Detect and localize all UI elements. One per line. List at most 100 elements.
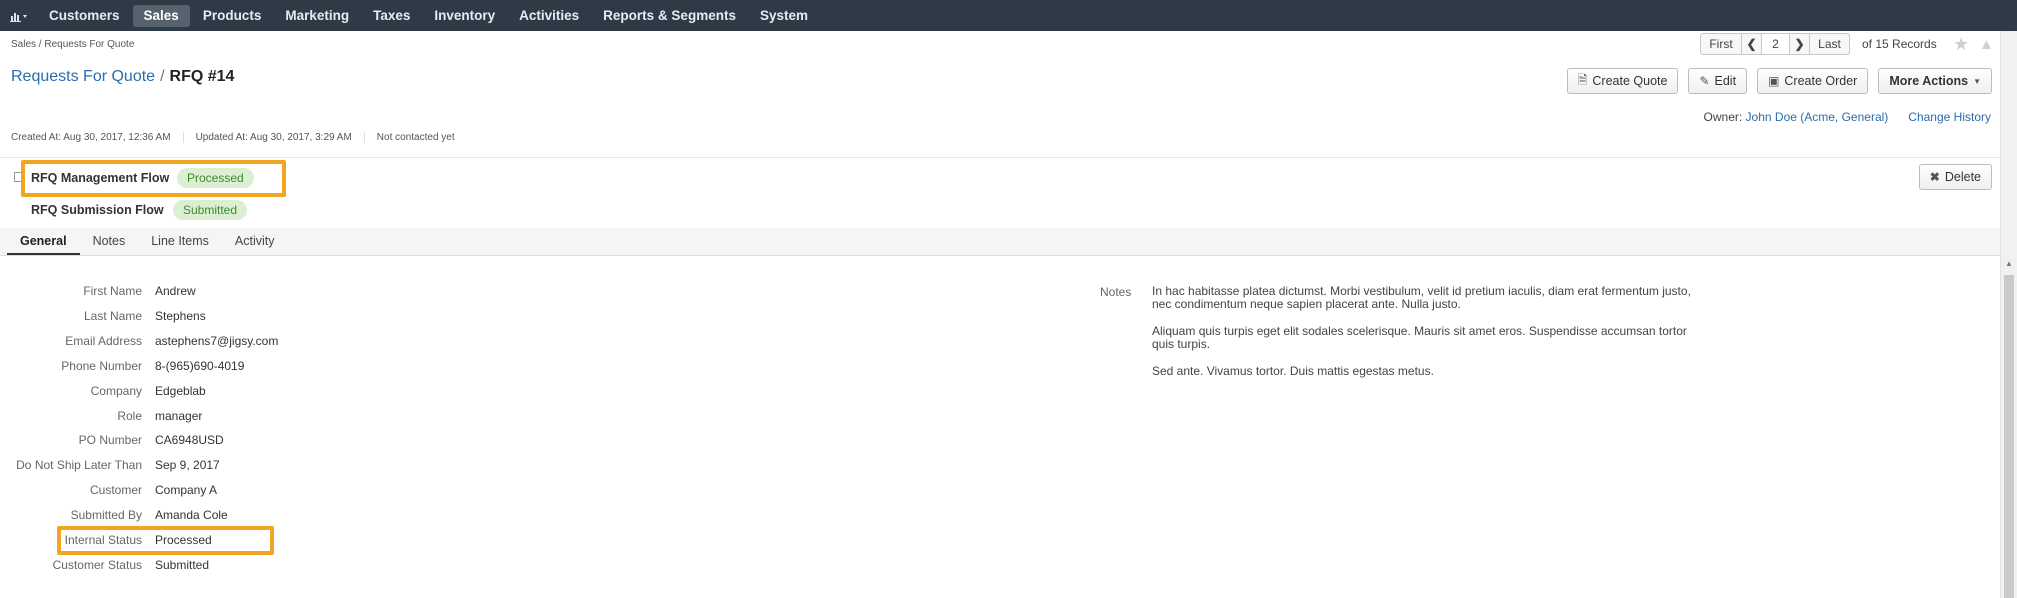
pager-record-count: of 15 Records (1862, 37, 1937, 51)
field-label: First Name (83, 284, 142, 298)
create-quote-button[interactable]: 🗎 Create Quote (1566, 68, 1679, 94)
page-title: Requests For Quote / RFQ #14 (11, 68, 234, 86)
field-value: 8-(965)690-4019 (155, 358, 245, 373)
field-row: Do Not Ship Later Than Sep 9, 2017 (0, 458, 220, 472)
pager-last-button[interactable]: Last (1810, 33, 1850, 55)
field-value: manager (155, 408, 203, 423)
field-label: Customer (89, 483, 142, 498)
more-actions-label: More Actions (1889, 74, 1969, 88)
tab-bar: General Notes Line Items Activity (0, 228, 2000, 256)
field-row: Last Name Stephens (0, 309, 206, 323)
pencil-icon: ✎ (1699, 74, 1710, 88)
highlight-box (21, 160, 286, 197)
edit-label: Edit (1714, 74, 1737, 88)
chevron-left-icon: ❮ (1746, 37, 1757, 51)
dashboard-menu-button[interactable] (0, 0, 38, 31)
nav-item-reports-segments[interactable]: Reports & Segments (592, 5, 747, 27)
field-row: Phone Number 8-(965)690-4019 (0, 359, 244, 373)
field-label: Phone Number (61, 358, 142, 373)
created-at: Created At: Aug 30, 2017, 12:36 AM (11, 132, 184, 143)
more-actions-button[interactable]: More Actions ▼ (1878, 68, 1992, 94)
edit-button[interactable]: ✎ Edit (1688, 68, 1748, 94)
notes-paragraph: Aliquam quis turpis eget elit sodales sc… (1152, 324, 1687, 351)
caret-down-icon: ▼ (1973, 76, 1981, 86)
field-row: Role manager (0, 409, 202, 423)
owner-label: Owner: (1703, 110, 1743, 124)
scroll-up-arrow-icon[interactable]: ▲ (2005, 259, 2013, 268)
field-label: Customer Status (52, 557, 142, 572)
nav-item-marketing[interactable]: Marketing (274, 5, 360, 27)
pin-icon[interactable]: ▲ (1979, 36, 1994, 53)
pager-page-input[interactable]: 2 (1762, 33, 1790, 55)
delete-button[interactable]: ✖ Delete (1918, 164, 1992, 190)
nav-item-products[interactable]: Products (192, 5, 273, 27)
field-row: Email Address astephens7@jigsy.com (0, 334, 278, 348)
workflow-row: RFQ Submission Flow Submitted (31, 200, 248, 220)
title-parent-link[interactable]: Requests For Quote (11, 68, 155, 85)
nav-item-system[interactable]: System (749, 5, 819, 27)
nav-item-inventory[interactable]: Inventory (423, 5, 506, 27)
highlight-box (57, 526, 274, 555)
pager-next-button[interactable]: ❯ (1790, 33, 1810, 55)
field-row: Company Edgeblab (0, 384, 206, 398)
nav-item-sales[interactable]: Sales (132, 4, 190, 27)
workflow-name: RFQ Submission Flow (31, 203, 164, 217)
field-value: Stephens (155, 308, 206, 323)
change-history-link[interactable]: Change History (1908, 110, 1991, 124)
chevron-right-icon: ❯ (1794, 37, 1805, 51)
briefcase-icon: ▣ (1768, 74, 1780, 88)
tab-line-items[interactable]: Line Items (138, 228, 222, 255)
field-value: Submitted (155, 557, 210, 572)
record-meta: Created At: Aug 30, 2017, 12:36 AM Updat… (11, 132, 479, 143)
field-value-link[interactable]: astephens7@jigsy.com (155, 334, 278, 348)
create-order-button[interactable]: ▣ Create Order (1757, 68, 1869, 94)
workflow-status-badge: Submitted (173, 200, 248, 220)
nav-item-customers[interactable]: Customers (38, 5, 131, 27)
field-label: Role (117, 408, 142, 423)
field-value-link[interactable]: Company A (155, 483, 217, 497)
field-label: Company (90, 383, 142, 398)
pager-first-button[interactable]: First (1700, 33, 1742, 55)
field-value: Sep 9, 2017 (155, 458, 220, 473)
notes-section: Notes In hac habitasse platea dictumst. … (1100, 285, 1697, 392)
record-pager: First ❮ 2 ❯ Last of 15 Records (1700, 33, 1937, 55)
delete-label: Delete (1944, 170, 1981, 184)
field-label: Last Name (83, 308, 142, 323)
field-label: Email Address (65, 333, 142, 348)
close-icon: ✖ (1929, 170, 1940, 184)
field-value-link[interactable]: Amanda Cole (155, 508, 228, 522)
pager-prev-button[interactable]: ❮ (1742, 33, 1762, 55)
create-order-label: Create Order (1784, 74, 1858, 88)
field-label: Submitted By (70, 508, 142, 523)
notes-body: In hac habitasse platea dictumst. Morbi … (1152, 285, 1697, 392)
tab-notes[interactable]: Notes (80, 228, 139, 255)
field-label: PO Number (78, 433, 142, 448)
contact-status: Not contacted yet (376, 132, 455, 143)
star-icon[interactable]: ★ (1953, 34, 1969, 55)
owner-line: Owner: John Doe (Acme, General) Change H… (1704, 110, 1991, 124)
document-icon: 🗎 (1577, 72, 1588, 87)
field-row: Submitted By Amanda Cole (0, 508, 228, 522)
field-label: Do Not Ship Later Than (16, 458, 142, 473)
field-row: First Name Andrew (0, 284, 196, 298)
field-row: Customer Status Submitted (0, 558, 209, 572)
updated-at: Updated At: Aug 30, 2017, 3:29 AM (196, 132, 365, 143)
nav-item-taxes[interactable]: Taxes (362, 5, 421, 27)
title-separator: / (160, 68, 165, 85)
bar-chart-icon (10, 12, 27, 22)
scrollbar-thumb[interactable] (2004, 275, 2014, 598)
notes-paragraph: Sed ante. Vivamus tortor. Duis mattis eg… (1152, 364, 1434, 378)
tab-general[interactable]: General (7, 228, 80, 255)
field-row: Customer Company A (0, 483, 217, 497)
vertical-scrollbar[interactable]: ▲ (2000, 31, 2017, 598)
divider (0, 157, 2000, 158)
field-value: CA6948USD (155, 433, 224, 448)
owner-link[interactable]: John Doe (Acme, General) (1746, 110, 1889, 124)
notes-label: Notes (1100, 285, 1132, 299)
top-navigation: Customers Sales Products Marketing Taxes Inve… (0, 0, 2017, 31)
field-value: Andrew (155, 284, 196, 298)
nav-item-activities[interactable]: Activities (508, 5, 590, 27)
tab-activity[interactable]: Activity (222, 228, 288, 255)
page-actions: 🗎 Create Quote ✎ Edit ▣ Create Order Mor… (1566, 68, 1992, 94)
breadcrumb: Sales / Requests For Quote (11, 39, 135, 50)
